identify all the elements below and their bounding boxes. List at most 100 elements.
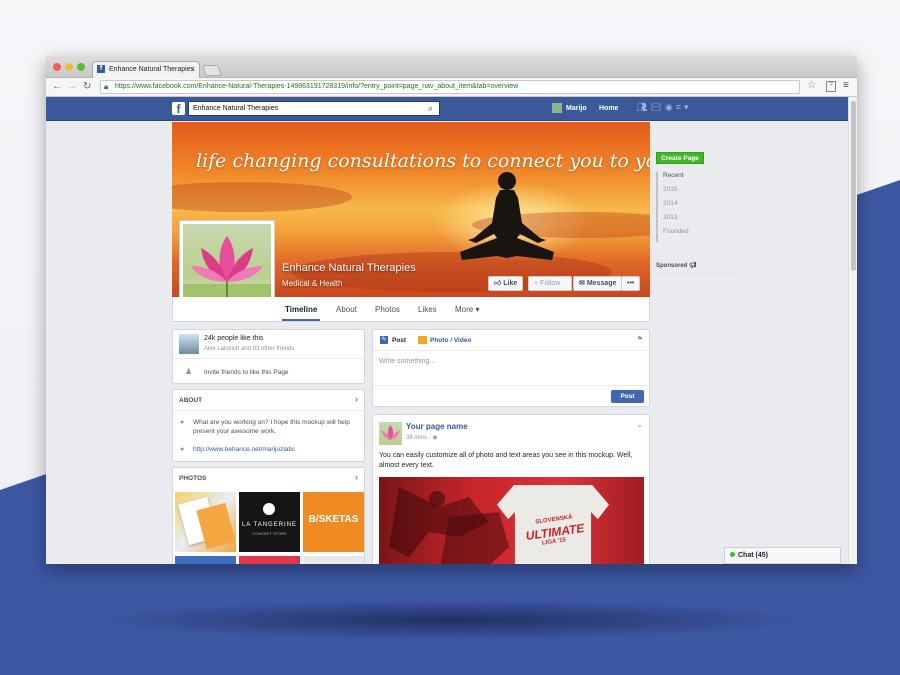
address-bar-row: ← → ↻ 🔒︎ https://www.facebook.com/Enhanc… (46, 78, 857, 97)
search-icon[interactable]: ⌕ (428, 102, 433, 115)
facebook-search-input[interactable]: Enhance Natural Therapies ⌕ (188, 101, 440, 116)
cover-page-name: Enhance Natural Therapies (282, 262, 416, 274)
chevron-right-icon[interactable]: › (355, 394, 358, 404)
browser-shadow (90, 600, 810, 640)
post-author-avatar[interactable] (379, 422, 402, 445)
user-name: Marijo (566, 105, 587, 112)
browser-tab-title: Enhance Natural Therapies (109, 66, 195, 73)
composer-card: ✎ Post Photo / Video ⚑ Write something..… (372, 329, 650, 407)
likes-friends[interactable]: Alex Lalovich and 83 other friends (204, 346, 294, 352)
tab-close-icon[interactable]: × (190, 62, 195, 77)
account-menu-icon[interactable]: ▾ (684, 102, 692, 112)
tangerine-text: LA TANGERINE (241, 522, 298, 528)
browser-tab[interactable]: f Enhance Natural Therapies × (92, 61, 200, 78)
extension-icon[interactable]: ? (826, 81, 836, 92)
year-founded[interactable]: Founded (658, 228, 689, 242)
divider (373, 385, 649, 386)
year-recent[interactable]: Recent (658, 172, 689, 186)
timeline-years: Recent 2015 2014 2013 Founded (656, 172, 689, 242)
create-page-button[interactable]: Create Page (656, 152, 704, 164)
lotus-flower-icon (381, 425, 400, 440)
tab-timeline[interactable]: Timeline (281, 305, 321, 321)
facebook-logo-icon[interactable]: f (172, 102, 185, 116)
new-tab-button[interactable] (201, 65, 223, 76)
home-link[interactable]: Home (599, 101, 618, 116)
photo-thumb-6[interactable] (303, 556, 364, 564)
likes-count[interactable]: 24k people like this (204, 335, 264, 342)
tab-about[interactable]: About (336, 305, 357, 314)
photos-title: PHOTOS (179, 475, 207, 482)
composer-photo-tab[interactable]: Photo / Video (430, 337, 471, 344)
tangerine-subtext: CONCEPT STORE (252, 531, 287, 536)
page-scrollbar[interactable] (848, 97, 857, 564)
photo-icon (418, 336, 427, 344)
forward-arrow-icon[interactable]: → (67, 81, 77, 93)
tab-more[interactable]: More ▾ (455, 305, 479, 314)
post-text: You can easily customize all of photo an… (379, 452, 633, 469)
basketas-text: B/SKETAS (308, 514, 359, 525)
cloud-shape (172, 182, 352, 212)
chat-label: Chat (45) (738, 552, 768, 559)
privacy-icon[interactable]: ≡ (676, 102, 684, 112)
composer-post-tab[interactable]: Post (392, 337, 406, 344)
reload-icon[interactable]: ↻ (83, 81, 91, 93)
about-description: What are you working on? I hope this moc… (193, 419, 350, 435)
year-2013[interactable]: 2013 (658, 214, 689, 228)
message-button[interactable]: ✉︎ Message (573, 276, 623, 291)
tab-photos[interactable]: Photos (375, 305, 400, 314)
minimize-window-button[interactable] (65, 63, 73, 71)
info-icon: ● (180, 419, 185, 426)
tangerine-logo-icon (263, 503, 275, 515)
invite-friends-link[interactable]: Invite friends to like this Page (204, 369, 289, 376)
photo-thumb-5[interactable] (239, 556, 300, 564)
back-arrow-icon[interactable]: ← (52, 81, 62, 93)
more-options-button[interactable]: ••• (621, 276, 641, 291)
bookmark-star-icon[interactable]: ☆ (807, 80, 816, 91)
url-field[interactable]: 🔒︎ https://www.facebook.com/Enhance-Natu… (100, 80, 800, 94)
flag-icon: ⚑ (636, 336, 643, 343)
composer-post-button[interactable]: Post (611, 390, 644, 403)
follow-button[interactable]: + Follow (528, 276, 572, 291)
cover-page-category: Medical & Health (282, 279, 343, 288)
photo-thumb-2[interactable]: LA TANGERINE CONCEPT STORE (239, 492, 300, 552)
year-2015[interactable]: 2015 (658, 186, 689, 200)
messages-icon[interactable]: ✉︎ (650, 102, 664, 112)
photo-thumb-3[interactable]: B/SKETAS (303, 492, 364, 552)
browser-window: f Enhance Natural Therapies × ← → ↻ 🔒︎ h… (46, 56, 857, 564)
divider (173, 410, 364, 411)
browser-tab-bar: f Enhance Natural Therapies × (46, 56, 857, 78)
chat-bar[interactable]: Chat (45) (724, 547, 841, 564)
divider (373, 350, 649, 351)
photo-thumb-1[interactable] (175, 492, 236, 552)
online-status-icon (730, 552, 735, 557)
photo-thumb-4[interactable] (175, 556, 236, 564)
notification-icons: 👥︎✉︎◉≡▾ (636, 102, 692, 113)
friend-requests-icon[interactable]: 👥︎ (636, 102, 650, 112)
scrollbar-thumb[interactable] (851, 101, 856, 271)
facebook-favicon-icon: f (97, 65, 105, 73)
post-time[interactable]: 38 mins · ◉ (406, 434, 438, 441)
tab-likes[interactable]: Likes (418, 305, 437, 314)
lock-icon: 🔒︎ (104, 82, 109, 91)
about-card: ABOUT › ● What are you working on? I hop… (172, 389, 365, 462)
globe-notifications-icon[interactable]: ◉ (665, 102, 676, 112)
browser-menu-icon[interactable]: ≡ (843, 80, 849, 91)
pencil-icon: ✎ (380, 336, 388, 344)
chevron-right-icon[interactable]: › (355, 472, 358, 482)
post-time-text: 38 mins (406, 435, 428, 441)
invite-icon: ♟ (185, 367, 193, 376)
message-button-label: Message (586, 280, 617, 287)
post-author-name[interactable]: Your page name (406, 422, 468, 431)
composer-input[interactable]: Write something... (379, 358, 435, 365)
post-image[interactable]: SLOVENSKÁ ULTIMATE LIGA '15 (379, 477, 644, 564)
user-profile-link[interactable]: Marijo (552, 101, 587, 116)
year-2014[interactable]: 2014 (658, 200, 689, 214)
like-button-label: Like (503, 280, 518, 287)
like-button[interactable]: 👍︎ Like (488, 276, 524, 291)
website-link[interactable]: http://www.behance.net/marijoziatic (193, 446, 295, 453)
close-window-button[interactable] (53, 63, 61, 71)
sponsored-heading: Sponsored 📢︎ (656, 262, 740, 274)
post-options-chevron-icon[interactable]: ⌄ (636, 420, 643, 429)
maximize-window-button[interactable] (77, 63, 85, 71)
url-text: https://www.facebook.com/Enhance-Natural… (115, 83, 519, 90)
